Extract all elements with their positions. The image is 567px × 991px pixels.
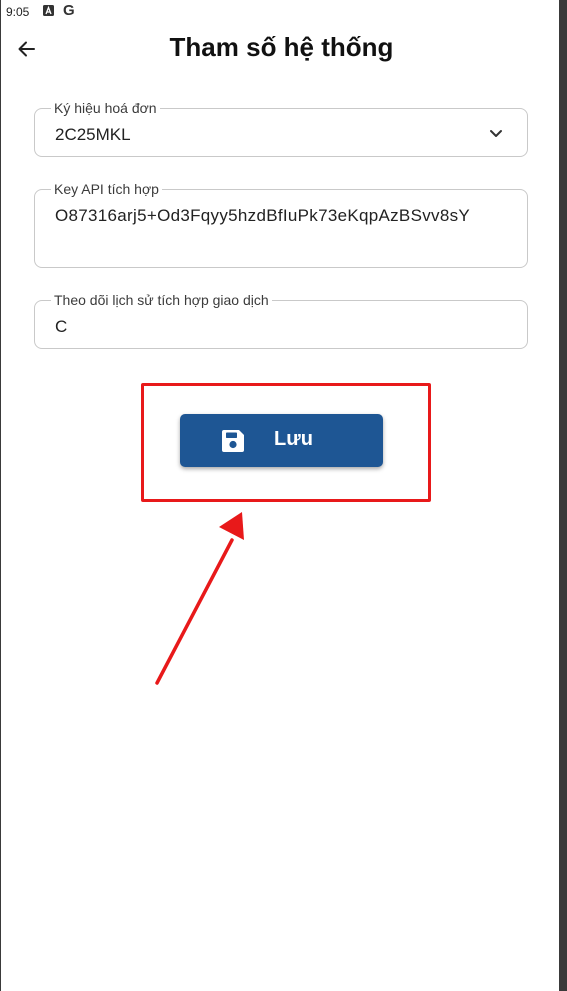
status-time: 9:05: [6, 5, 30, 19]
screen-frame-left: [0, 0, 1, 991]
transaction-history-label: Theo dõi lịch sử tích hợp giao dịch: [51, 291, 272, 309]
transaction-history-field[interactable]: Theo dõi lịch sử tích hợp giao dịch C: [34, 291, 528, 349]
invoice-symbol-dropdown[interactable]: Ký hiệu hoá đơn 2C25MKL: [34, 99, 528, 157]
api-key-value: O87316arj5+Od3Fqyy5hzdBfIuPk73eKqpAzBSvv…: [55, 206, 471, 225]
save-button-label: Lưu: [274, 428, 313, 450]
annotation-arrow: [155, 512, 244, 685]
api-key-label: Key API tích hợp: [51, 180, 162, 198]
chevron-down-icon[interactable]: [487, 124, 505, 142]
page-title: Tham số hệ thống: [169, 32, 394, 62]
screen-frame-right: [559, 0, 567, 991]
a-box-icon: [43, 5, 54, 16]
api-key-field[interactable]: Key API tích hợp O87316arj5+Od3Fqyy5hzdB…: [34, 180, 528, 268]
floppy-disk-icon: [222, 430, 244, 452]
google-g-icon: G: [63, 2, 75, 19]
status-bar: 9:05 G: [0, 0, 559, 26]
invoice-symbol-label: Ký hiệu hoá đơn: [51, 99, 160, 117]
transaction-history-value: C: [55, 317, 68, 336]
invoice-symbol-value: 2C25MKL: [55, 125, 131, 144]
save-button[interactable]: Lưu: [180, 414, 383, 467]
